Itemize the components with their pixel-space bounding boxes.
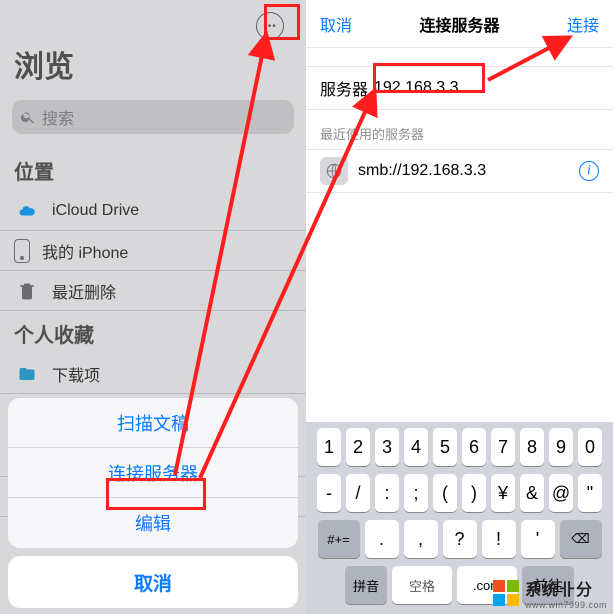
key-([interactable]: ( <box>433 474 457 512</box>
sheet-scan-documents[interactable]: 扫描文稿 <box>8 398 298 448</box>
key-4[interactable]: 4 <box>404 428 428 466</box>
key-2[interactable]: 2 <box>346 428 370 466</box>
key-3[interactable]: 3 <box>375 428 399 466</box>
key-#+=[interactable]: #+= <box>318 520 360 558</box>
key-)[interactable]: ) <box>462 474 486 512</box>
key-![interactable]: ! <box>482 520 516 558</box>
key-9[interactable]: 9 <box>549 428 573 466</box>
key--[interactable]: - <box>317 474 341 512</box>
nav-cancel-button[interactable]: 取消 <box>320 12 352 36</box>
watermark-brand: 系统卝分 <box>525 582 593 599</box>
recent-server-item[interactable]: smb://192.168.3.3 i <box>306 149 613 193</box>
sheet-connect-to-server[interactable]: 连接服务器 <box>8 448 298 498</box>
server-address-input[interactable] <box>374 79 613 97</box>
nav-connect-button[interactable]: 连接 <box>567 12 599 36</box>
key-¥[interactable]: ¥ <box>491 474 515 512</box>
recent-server-url: smb://192.168.3.3 <box>358 162 486 180</box>
key-空格[interactable]: 空格 <box>392 566 452 604</box>
key-5[interactable]: 5 <box>433 428 457 466</box>
sheet-edit[interactable]: 编辑 <box>8 498 298 548</box>
server-globe-icon <box>320 157 348 185</box>
server-input-row: 服务器 <box>306 66 613 110</box>
key-'[interactable]: ' <box>521 520 555 558</box>
info-icon[interactable]: i <box>579 161 599 181</box>
key-.[interactable]: . <box>365 520 399 558</box>
key-/[interactable]: / <box>346 474 370 512</box>
key-6[interactable]: 6 <box>462 428 486 466</box>
key-?[interactable]: ? <box>443 520 477 558</box>
key-0[interactable]: 0 <box>578 428 602 466</box>
key-@[interactable]: @ <box>549 474 573 512</box>
action-sheet: 扫描文稿 连接服务器 编辑 取消 <box>8 398 298 608</box>
key-7[interactable]: 7 <box>491 428 515 466</box>
key-拼音[interactable]: 拼音 <box>345 566 387 604</box>
key-⌫[interactable]: ⌫ <box>560 520 602 558</box>
key-;[interactable]: ; <box>404 474 428 512</box>
key-,[interactable]: , <box>404 520 438 558</box>
key-&[interactable]: & <box>520 474 544 512</box>
watermark-url: www.win7999.com <box>525 600 607 610</box>
sheet-cancel[interactable]: 取消 <box>8 556 298 608</box>
connect-server-pane: 取消 连接服务器 连接 服务器 最近使用的服务器 smb://192.168.3… <box>306 0 613 614</box>
key-:[interactable]: : <box>375 474 399 512</box>
watermark-logo-icon <box>493 580 519 606</box>
key-8[interactable]: 8 <box>520 428 544 466</box>
server-label: 服务器 <box>306 76 374 100</box>
nav-title: 连接服务器 <box>419 12 499 36</box>
key-"[interactable]: " <box>578 474 602 512</box>
files-browse-pane: 浏览 搜索 位置 iCloud Drive 我的 iPhone 最近删除 <box>0 0 306 614</box>
navbar: 取消 连接服务器 连接 <box>306 0 613 48</box>
watermark: 系统卝分 www.win7999.com <box>493 576 607 610</box>
recent-servers-header: 最近使用的服务器 <box>306 110 613 149</box>
key-1[interactable]: 1 <box>317 428 341 466</box>
